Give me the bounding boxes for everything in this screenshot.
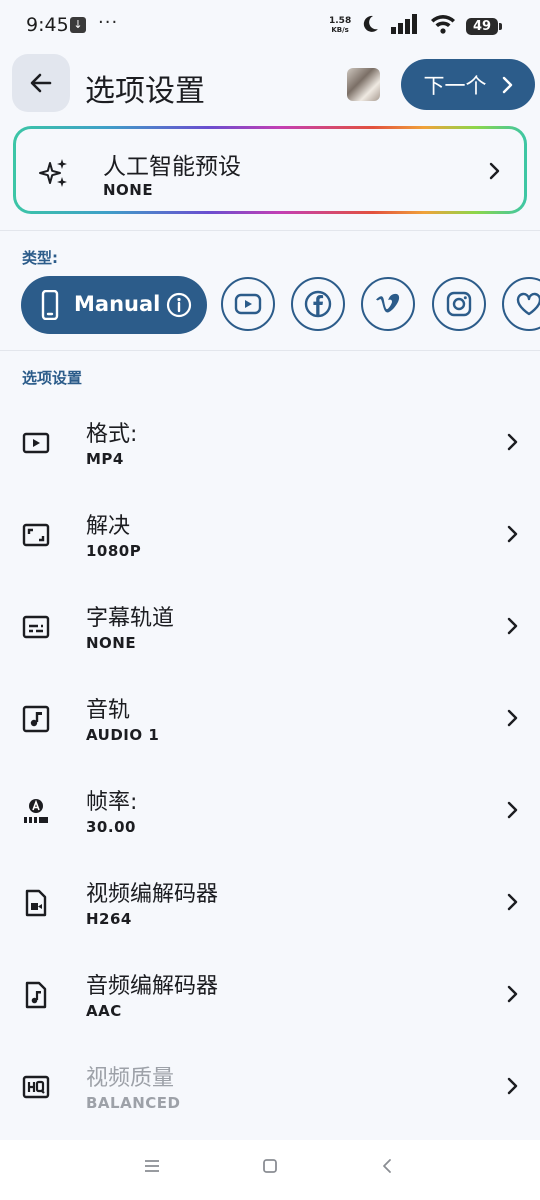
back-button[interactable] — [12, 54, 70, 112]
video-codec-icon — [22, 889, 50, 917]
type-selector: Manual — [0, 276, 540, 334]
divider — [0, 350, 540, 351]
youtube-icon — [234, 293, 262, 315]
moon-icon — [360, 14, 380, 38]
option-title: 音轨 — [86, 698, 131, 723]
type-manual-label: Manual — [74, 292, 161, 316]
network-speed-value: 1.58 — [329, 16, 352, 26]
option-audio-track[interactable]: 音轨 AUDIO 1 — [0, 680, 540, 772]
status-time: 9:45 — [26, 14, 69, 36]
network-speed-unit: KB/s — [331, 26, 349, 34]
arrow-left-icon — [30, 73, 52, 93]
type-favorite-button[interactable] — [502, 277, 540, 331]
chevron-right-icon — [506, 616, 518, 640]
video-thumbnail[interactable] — [347, 68, 380, 101]
option-title: 解决 — [86, 514, 131, 539]
phone-icon — [40, 289, 60, 324]
option-value: H264 — [86, 910, 132, 928]
square-icon — [263, 1159, 277, 1173]
option-value: MP4 — [86, 450, 124, 468]
battery-icon: 49 — [466, 18, 502, 35]
frame-rate-icon — [22, 797, 50, 825]
facebook-icon — [304, 290, 332, 318]
system-nav-bar — [0, 1140, 540, 1200]
wifi-icon — [430, 14, 456, 38]
option-title: 视频质量 — [86, 1066, 175, 1091]
system-back-button[interactable] — [381, 1158, 393, 1178]
download-icon: ↓ — [70, 17, 86, 33]
option-format[interactable]: 格式: MP4 — [0, 404, 540, 496]
option-value: AUDIO 1 — [86, 726, 160, 744]
ai-preset-value: NONE — [103, 181, 154, 199]
audio-codec-icon — [22, 981, 50, 1009]
type-instagram-button[interactable] — [432, 277, 486, 331]
chevron-right-icon — [506, 524, 518, 548]
type-section-label: 类型: — [22, 249, 58, 267]
type-manual-chip[interactable]: Manual — [21, 276, 207, 334]
chevron-right-icon — [506, 432, 518, 456]
sparkles-icon — [38, 157, 70, 193]
next-button-label: 下一个 — [423, 73, 487, 98]
signal-icon — [391, 14, 419, 38]
chevron-right-icon — [506, 800, 518, 824]
options-section-label: 选项设置 — [22, 369, 83, 387]
instagram-icon — [446, 291, 472, 317]
chevron-right-icon — [506, 708, 518, 732]
more-notifications-icon: ··· — [98, 12, 119, 33]
subtitles-icon — [22, 613, 50, 641]
chevron-left-icon — [383, 1159, 391, 1173]
resolution-icon — [22, 521, 50, 549]
chevron-right-icon — [502, 76, 512, 93]
option-value: 30.00 — [86, 818, 136, 836]
option-value: 1080P — [86, 542, 142, 560]
heart-icon — [516, 292, 540, 316]
option-resolution[interactable]: 解决 1080P — [0, 496, 540, 588]
option-title: 视频编解码器 — [86, 882, 219, 907]
vimeo-icon — [376, 293, 400, 313]
option-value: NONE — [86, 634, 137, 652]
next-button[interactable]: 下一个 — [401, 59, 535, 110]
hq-icon — [22, 1073, 50, 1101]
option-subtitle-track[interactable]: 字幕轨道 NONE — [0, 588, 540, 680]
status-bar: 9:45 ↓ ··· 1.58 KB/s 49 — [0, 0, 540, 48]
type-youtube-button[interactable] — [221, 277, 275, 331]
info-icon[interactable] — [166, 292, 192, 322]
divider — [0, 230, 540, 231]
menu-icon — [145, 1160, 159, 1172]
chevron-right-icon — [506, 892, 518, 916]
chevron-right-icon — [506, 1076, 518, 1100]
top-app-bar: 选项设置 下一个 — [0, 52, 540, 118]
network-speed: 1.58 KB/s — [329, 17, 351, 35]
option-value: AAC — [86, 1002, 122, 1020]
option-title: 格式: — [86, 422, 138, 447]
audio-track-icon — [22, 705, 50, 733]
ai-preset-card[interactable]: 人工智能预设 NONE — [13, 126, 527, 214]
ai-preset-title: 人工智能预设 — [103, 154, 241, 180]
option-video-quality[interactable]: 视频质量 BALANCED — [0, 1048, 540, 1140]
recent-apps-button[interactable] — [144, 1158, 160, 1178]
option-title: 帧率: — [86, 790, 138, 815]
video-format-icon — [22, 429, 50, 457]
home-button[interactable] — [262, 1158, 278, 1178]
page-title: 选项设置 — [85, 74, 205, 109]
option-frame-rate[interactable]: 帧率: 30.00 — [0, 772, 540, 864]
chevron-right-icon — [506, 984, 518, 1008]
option-value: BALANCED — [86, 1094, 181, 1112]
option-title: 字幕轨道 — [86, 606, 175, 631]
type-vimeo-button[interactable] — [361, 277, 415, 331]
option-title: 音频编解码器 — [86, 974, 219, 999]
chevron-right-icon — [488, 161, 500, 185]
type-facebook-button[interactable] — [291, 277, 345, 331]
option-audio-codec[interactable]: 音频编解码器 AAC — [0, 956, 540, 1048]
option-video-codec[interactable]: 视频编解码器 H264 — [0, 864, 540, 956]
